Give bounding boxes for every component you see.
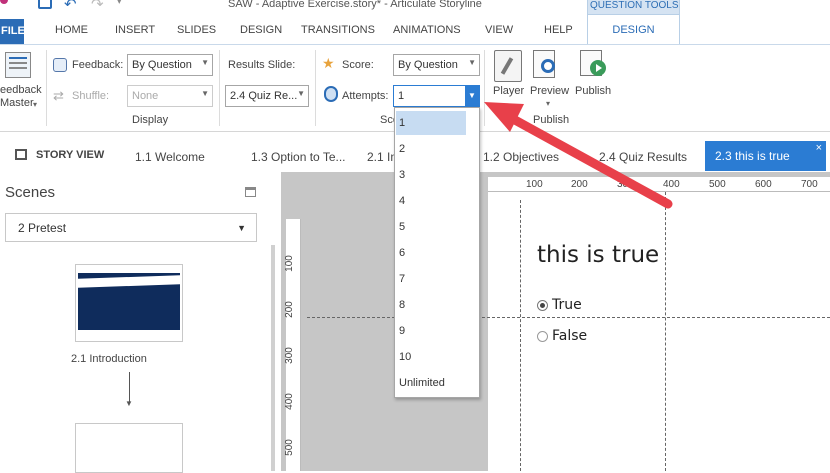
chevron-down-icon: ▼	[297, 89, 305, 98]
player-icon[interactable]	[494, 50, 522, 82]
chevron-down-icon: ▼	[201, 58, 209, 67]
tab-label: 2.3 this is true	[715, 149, 790, 163]
story-view-icon	[15, 149, 27, 160]
scene-select[interactable]: 2 Pretest ▼	[5, 213, 257, 242]
tab-slides[interactable]: SLIDES	[177, 24, 216, 36]
tab-design[interactable]: DESIGN	[240, 24, 282, 36]
shuffle-icon: ⇄	[53, 88, 64, 103]
tab-animations[interactable]: ANIMATIONS	[393, 24, 461, 36]
attempts-option[interactable]: 6	[396, 241, 466, 265]
tab-slide[interactable]: 1.1 Welcome	[135, 150, 205, 164]
attempts-label: Attempts:	[342, 90, 389, 102]
quick-access-chevron-icon[interactable]: ▾	[117, 0, 122, 7]
attempts-select[interactable]: 1 ▼	[393, 85, 480, 107]
option-true-label[interactable]: True	[552, 297, 582, 313]
slide-thumbnail[interactable]	[75, 264, 183, 342]
shuffle-value: None	[132, 90, 159, 102]
attempts-option[interactable]: 10	[396, 345, 466, 369]
tab-insert[interactable]: INSERT	[115, 24, 155, 36]
ruler-label: 500	[283, 439, 295, 456]
scene-select-value: 2 Pretest	[18, 221, 67, 235]
guide-line	[520, 200, 521, 471]
display-group-label: Display	[132, 114, 169, 126]
ruler-label: 500	[709, 179, 726, 190]
publish-icon[interactable]	[580, 50, 610, 82]
score-value: By Question	[398, 59, 458, 71]
attempts-option[interactable]: 8	[396, 293, 466, 317]
scrollbar[interactable]	[271, 245, 275, 471]
tab-file[interactable]: FILE	[0, 19, 25, 45]
arrow-down-icon: ▼	[125, 399, 133, 408]
panel-pin-icon[interactable]	[245, 187, 256, 197]
attempts-value: 1	[398, 90, 405, 102]
shuffle-select[interactable]: None ▼	[127, 85, 213, 107]
tab-transitions[interactable]: TRANSITIONS	[301, 24, 375, 36]
chevron-down-icon[interactable]: ▼	[465, 86, 479, 106]
radio-false[interactable]	[537, 331, 548, 342]
guide-line	[665, 192, 666, 471]
chevron-down-icon: ▼	[237, 223, 246, 233]
ruler-label: 200	[283, 301, 295, 318]
attempts-option[interactable]: 3	[396, 163, 466, 187]
attempts-option[interactable]: 4	[396, 189, 466, 213]
title-bar: ↶ ↷ ▾ SAW - Adaptive Exercise.story* - A…	[0, 0, 830, 14]
close-icon[interactable]: ×	[816, 142, 822, 154]
tab-question-design[interactable]: DESIGN	[587, 14, 680, 45]
feedback-value: By Question	[132, 59, 192, 71]
preview-icon[interactable]	[533, 50, 563, 82]
group-divider	[219, 50, 220, 126]
feedback-label: Feedback:	[72, 59, 124, 71]
results-slide-select[interactable]: 2.4 Quiz Re... ▼	[225, 85, 309, 107]
ruler-label: 600	[755, 179, 772, 190]
ruler-label: 100	[283, 255, 295, 272]
attempts-option[interactable]: Unlimited	[396, 371, 476, 395]
option-false-label[interactable]: False	[552, 328, 587, 344]
tab-home[interactable]: HOME	[55, 24, 88, 36]
save-icon[interactable]	[38, 0, 52, 9]
shuffle-label: Shuffle:	[72, 90, 110, 102]
flow-arrow	[129, 372, 130, 402]
group-divider	[46, 50, 47, 126]
feedback-select[interactable]: By Question ▼	[127, 54, 213, 76]
scenes-title: Scenes	[5, 184, 56, 201]
tab-slide-active[interactable]: 2.3 this is true ×	[705, 141, 826, 171]
tab-slide[interactable]: 1.3 Option to Te...	[251, 150, 346, 164]
radio-true[interactable]	[537, 300, 548, 311]
attempts-option[interactable]: 9	[396, 319, 466, 343]
chevron-down-icon: ▼	[468, 58, 476, 67]
ruler-label: 400	[283, 393, 295, 410]
attempts-option[interactable]: 1	[396, 111, 466, 135]
window-title: SAW - Adaptive Exercise.story* - Articul…	[228, 0, 482, 10]
chevron-down-icon: ▼	[201, 89, 209, 98]
group-divider	[315, 50, 316, 126]
ruler-label: 700	[801, 179, 818, 190]
tab-story-view[interactable]: STORY VIEW	[36, 149, 104, 161]
star-icon: ★	[322, 55, 335, 71]
question-text[interactable]: this is true	[537, 242, 659, 268]
tab-help[interactable]: HELP	[544, 24, 573, 36]
feedback-master-chevron-icon[interactable]: ▾	[33, 100, 37, 109]
guide-line	[307, 317, 830, 318]
annotation-arrow-icon	[484, 102, 673, 209]
attempts-dropdown-list: 1 2 3 4 5 6 7 8 9 10 Unlimited	[394, 107, 480, 398]
undo-icon[interactable]: ↶	[64, 0, 77, 13]
redo-icon[interactable]: ↷	[91, 0, 104, 13]
attempts-option[interactable]: 2	[396, 137, 466, 161]
thumbnail-label: 2.1 Introduction	[71, 353, 147, 365]
question-tools-header: QUESTION TOOLS	[587, 0, 680, 14]
tab-view[interactable]: VIEW	[485, 24, 513, 36]
feedback-icon	[53, 58, 67, 72]
attempts-option[interactable]: 7	[396, 267, 466, 291]
slide-thumbnail[interactable]	[75, 423, 183, 473]
app-icon	[0, 0, 8, 4]
tab-slide[interactable]: 2.1 In	[367, 150, 397, 164]
feedback-master-icon[interactable]	[5, 52, 31, 78]
ruler-label: 300	[283, 347, 295, 364]
attempts-option[interactable]: 5	[396, 215, 466, 239]
score-select[interactable]: By Question ▼	[393, 54, 480, 76]
score-label: Score:	[342, 59, 374, 71]
shield-icon	[324, 86, 338, 102]
results-slide-value: 2.4 Quiz Re...	[230, 90, 298, 102]
results-slide-label: Results Slide:	[228, 59, 296, 71]
